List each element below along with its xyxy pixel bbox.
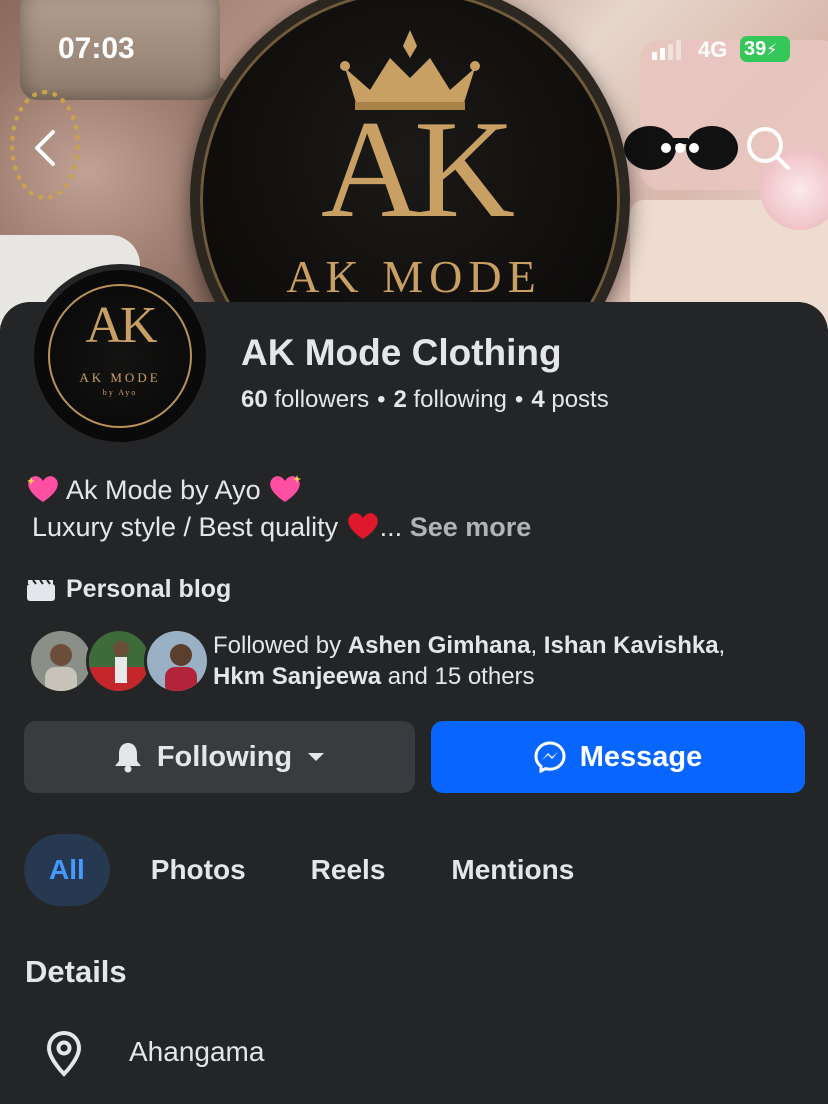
message-button[interactable]: Message bbox=[431, 721, 805, 793]
details-heading: Details bbox=[25, 954, 127, 989]
tab-all[interactable]: All bbox=[24, 834, 110, 906]
search-button[interactable] bbox=[740, 120, 796, 176]
following-link[interactable]: 2 following bbox=[393, 386, 506, 413]
bio: Ak Mode by Ayo Luxury style / Best quali… bbox=[26, 472, 531, 546]
profile-avatar[interactable]: AK AK MODE by Ayo bbox=[28, 264, 212, 448]
tab-mentions[interactable]: Mentions bbox=[451, 834, 574, 906]
page-title: AK Mode Clothing bbox=[241, 332, 562, 373]
bell-icon bbox=[114, 743, 141, 773]
more-options-button[interactable] bbox=[652, 120, 708, 176]
battery-icon: 39⚡ bbox=[740, 36, 790, 62]
battery-level: 39 bbox=[744, 38, 767, 60]
status-bar: 07:03 4G 39⚡ bbox=[0, 0, 828, 100]
posts-link[interactable]: 4 posts bbox=[531, 386, 608, 413]
followed-by[interactable]: Followed by Ashen Gimhana, Ishan Kavishk… bbox=[28, 628, 818, 698]
sparkling-heart-icon bbox=[27, 476, 58, 502]
search-icon bbox=[747, 127, 790, 170]
red-heart-icon bbox=[347, 513, 378, 539]
avatar-by-text: by Ayo bbox=[102, 388, 138, 397]
status-time: 07:03 bbox=[58, 32, 135, 65]
avatar bbox=[144, 628, 210, 694]
avatar-letters: AK bbox=[85, 297, 157, 354]
signal-icon bbox=[652, 38, 681, 60]
chevron-left-icon bbox=[35, 130, 55, 166]
more-dots-icon bbox=[661, 143, 699, 153]
following-button[interactable]: Following bbox=[24, 721, 415, 793]
avatar bbox=[28, 628, 94, 694]
profile-tabs: All Photos Reels Mentions bbox=[24, 834, 574, 906]
location-text: Ahangama bbox=[129, 1036, 265, 1067]
bio-line-2: Luxury style / Best quality ... See more bbox=[32, 512, 532, 542]
location-row bbox=[44, 1030, 84, 1078]
followers-link[interactable]: 60 followers bbox=[241, 386, 369, 413]
page-category: Personal blog bbox=[26, 575, 231, 604]
avatar-mode-text: AK MODE bbox=[79, 370, 161, 385]
followed-by-text: Followed by Ashen Gimhana, Ishan Kavishk… bbox=[213, 632, 726, 690]
tab-reels[interactable]: Reels bbox=[311, 834, 386, 906]
avatar-logo: AK AK MODE by Ayo bbox=[34, 270, 206, 442]
clapperboard-icon bbox=[27, 578, 55, 601]
location-pin-icon bbox=[46, 1030, 82, 1077]
tab-photos[interactable]: Photos bbox=[151, 834, 246, 906]
sparkling-heart-icon bbox=[270, 475, 302, 502]
avatar bbox=[86, 628, 152, 694]
see-more-link[interactable]: See more bbox=[410, 512, 532, 542]
profile-stats: 60 followers • 2 following • 4 posts bbox=[241, 386, 609, 413]
caret-down-icon bbox=[308, 753, 325, 761]
bio-line-1: Ak Mode by Ayo bbox=[26, 472, 531, 509]
network-type: 4G bbox=[698, 37, 728, 62]
back-button[interactable] bbox=[18, 120, 74, 176]
messenger-icon bbox=[534, 741, 566, 773]
